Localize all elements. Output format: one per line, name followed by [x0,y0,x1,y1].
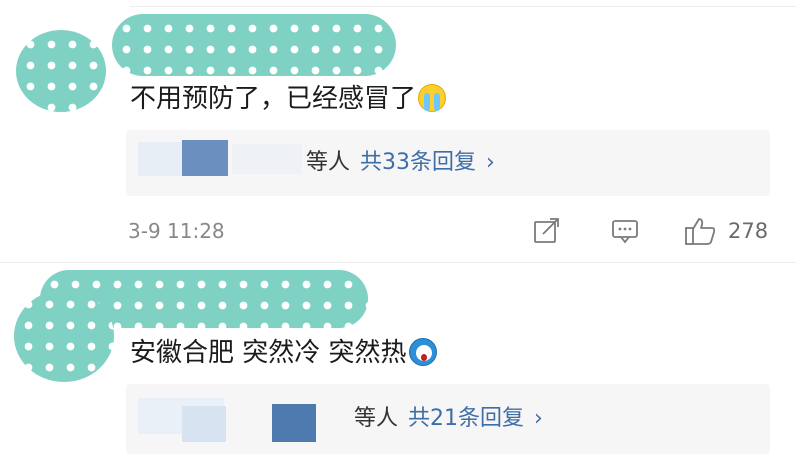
timestamp: 3-9 11:28 [128,219,225,243]
reply-people-suffix: 等人 [306,150,351,175]
reply-count-link[interactable]: 共21条回复 [408,406,524,431]
comment-icon [612,220,638,244]
avatar[interactable] [14,290,114,382]
thumbs-up-icon [685,218,716,245]
comment-button[interactable] [610,216,640,246]
comment-text-content: 不用预防了，已经感冒了 [130,84,417,114]
share-icon [534,218,559,243]
like-count: 278 [728,219,769,243]
reply-count-link[interactable]: 共33条回复 [360,150,476,175]
chevron-right-icon[interactable]: › [534,406,543,431]
reply-avatar-blurred [182,140,228,176]
reply-avatar-blurred [182,406,226,442]
top-divider [130,6,796,7]
shocked-face-icon [408,337,437,366]
comment-text: 安徽合肥 突然冷 突然热 [130,336,437,370]
chevron-right-icon[interactable]: › [486,150,495,175]
reply-name-blurred [272,404,316,442]
comment-meta: 3-9 11:28 278 [128,216,778,246]
like-button[interactable]: 278 [684,216,768,246]
reply-name-blurred [232,144,302,174]
username[interactable] [112,14,396,76]
loudly-crying-face-icon [418,83,447,112]
reply-summary: 等人 共21条回复 › [354,404,543,434]
comment-text-content: 安徽合肥 突然冷 突然热 [130,338,407,368]
comment-divider [0,262,796,263]
reply-summary: 等人 共33条回复 › [306,148,495,178]
comment-text: 不用预防了，已经感冒了 [130,82,447,116]
share-button[interactable] [532,216,562,246]
replies-preview[interactable]: 等人 共33条回复 › [126,130,770,196]
replies-preview[interactable]: 等人 共21条回复 › [126,384,770,454]
avatar[interactable] [16,30,106,112]
reply-people-suffix: 等人 [354,406,399,431]
